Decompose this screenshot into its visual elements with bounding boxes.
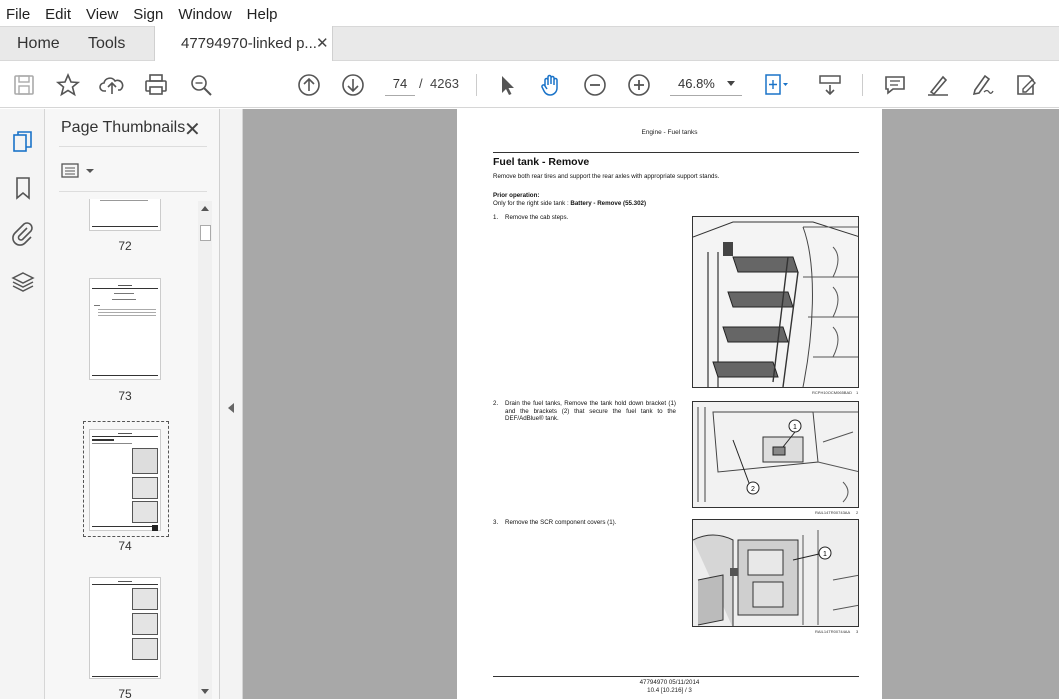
thumbnail-number: 72: [118, 239, 132, 253]
thumbnail-page-72[interactable]: [89, 199, 161, 231]
step-text: Drain the fuel tanks, Remove the tank ho…: [505, 400, 676, 422]
menu-bar: File Edit View Sign Window Help: [0, 0, 1059, 28]
menu-view[interactable]: View: [86, 6, 118, 23]
tab-close-icon[interactable]: ✕: [316, 34, 329, 52]
thumbnail-page-74[interactable]: [89, 429, 161, 531]
collapse-arrow-icon[interactable]: [228, 403, 234, 413]
zoom-in-icon[interactable]: [626, 72, 652, 98]
menu-file[interactable]: File: [6, 6, 30, 23]
zoom-out-icon[interactable]: [582, 72, 608, 98]
footer-line-2: 10.4 [10.216] / 3: [647, 687, 692, 694]
chevron-down-icon[interactable]: [727, 81, 735, 86]
tab-document-label: 47794970-linked p...: [181, 35, 317, 52]
select-cursor-icon[interactable]: [494, 72, 520, 98]
toolbar-divider: [476, 74, 477, 96]
figure-caption: RCPH10OCM065BAD: [812, 390, 853, 395]
figure-fuel-tank-brackets: 1 2: [692, 401, 859, 508]
comment-icon[interactable]: [882, 72, 908, 98]
panel-title: Page Thumbnails: [61, 119, 186, 136]
edit-document-icon[interactable]: [1013, 72, 1039, 98]
tab-document[interactable]: 47794970-linked p... ✕: [154, 26, 333, 62]
step-number: 3.: [493, 519, 499, 526]
menu-window[interactable]: Window: [178, 6, 231, 23]
step-number: 2.: [493, 400, 499, 407]
attachments-paperclip-icon[interactable]: [10, 220, 36, 246]
toolbar: 74 / 4263 46.8%: [0, 61, 1059, 108]
hand-tool-icon[interactable]: [538, 72, 564, 98]
header-rule: [493, 152, 859, 153]
menu-help[interactable]: Help: [247, 6, 278, 23]
thumbnail-number: 75: [118, 687, 132, 699]
panel-collapse-strip[interactable]: [220, 109, 243, 699]
sign-pen-icon[interactable]: [969, 72, 995, 98]
zoom-search-icon[interactable]: [188, 72, 214, 98]
figure-caption: RAIL14TR00743AA: [815, 510, 851, 515]
panel-close-icon[interactable]: ✕: [184, 117, 201, 142]
page-number-input[interactable]: 74: [385, 72, 415, 96]
document-viewport[interactable]: Engine - Fuel tanks Fuel tank - Remove R…: [243, 109, 1059, 699]
scrollbar-thumb[interactable]: [200, 225, 211, 241]
page-total: 4263: [430, 76, 459, 91]
thumbnail-number: 73: [118, 389, 132, 403]
tab-tools[interactable]: Tools: [88, 35, 125, 53]
bookmarks-icon[interactable]: [10, 175, 36, 201]
print-icon[interactable]: [143, 72, 169, 98]
prior-operation-label: Prior operation:: [493, 192, 540, 199]
thumbnail-page-75[interactable]: [89, 577, 161, 679]
thumbnail-options-button[interactable]: [61, 161, 97, 181]
page-thumbnails-panel: Page Thumbnails ✕ 72 73 74 75: [45, 109, 220, 699]
step-text: Remove the cab steps.: [505, 214, 569, 221]
intro-text: Remove both rear tires and support the r…: [493, 173, 720, 180]
footer-rule: [493, 676, 859, 677]
menu-sign[interactable]: Sign: [133, 6, 163, 23]
footer-line-1: 47794970 05/11/2014: [639, 679, 700, 686]
prior-operation-text: Only for the right side tank : Battery -…: [493, 200, 647, 207]
step-number: 1.: [493, 214, 499, 221]
save-icon[interactable]: [11, 72, 37, 98]
thumbnail-scrollbar[interactable]: [198, 201, 212, 699]
figure-number: 3: [856, 629, 859, 634]
document-page: Engine - Fuel tanks Fuel tank - Remove R…: [457, 109, 882, 699]
page-thumbnails-icon[interactable]: [10, 129, 36, 155]
figure-scr-covers: 1: [692, 519, 859, 627]
thumbnail-number: 74: [118, 539, 132, 553]
menu-edit[interactable]: Edit: [45, 6, 71, 23]
thumbnail-list: 72 73 74 75: [59, 199, 199, 699]
section-title: Fuel tank - Remove: [493, 156, 590, 168]
highlight-pen-icon[interactable]: [925, 72, 951, 98]
upload-cloud-icon[interactable]: [99, 72, 125, 98]
fit-page-icon[interactable]: [762, 72, 788, 98]
left-navigation-rail: [0, 109, 45, 699]
page-separator: /: [419, 76, 423, 91]
step-text: Remove the SCR component covers (1).: [505, 519, 617, 526]
scrolling-mode-icon[interactable]: [817, 72, 843, 98]
next-page-icon[interactable]: [340, 72, 366, 98]
divider: [59, 191, 207, 192]
figure-number: 1: [856, 390, 859, 395]
svg-text:1: 1: [793, 424, 797, 431]
page-header: Engine - Fuel tanks: [641, 129, 698, 136]
scroll-up-icon[interactable]: [201, 206, 209, 211]
divider: [59, 146, 207, 147]
prior-operation-link[interactable]: Battery - Remove (55.302): [570, 200, 646, 207]
svg-text:1: 1: [823, 551, 827, 558]
toolbar-divider: [862, 74, 863, 96]
thumbnail-page-73[interactable]: [89, 278, 161, 380]
scroll-down-icon[interactable]: [201, 689, 209, 694]
svg-text:2: 2: [751, 486, 755, 493]
tab-home[interactable]: Home: [17, 35, 60, 53]
previous-page-icon[interactable]: [296, 72, 322, 98]
figure-caption: RAIL14TR00744AA: [815, 629, 851, 634]
tab-bar: Home Tools 47794970-linked p... ✕: [0, 26, 1059, 62]
figure-cab-steps: [692, 216, 859, 388]
layers-icon[interactable]: [10, 269, 36, 295]
bookmark-star-icon[interactable]: [55, 72, 81, 98]
figure-number: 2: [856, 510, 859, 515]
